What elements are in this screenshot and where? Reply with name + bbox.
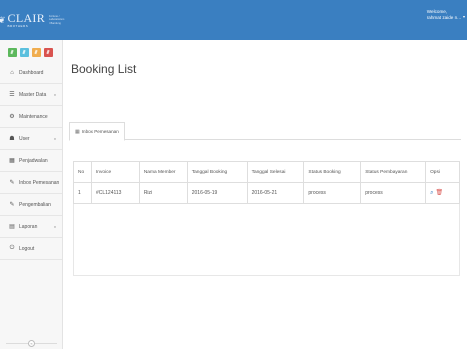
inbox-icon: ▦ [75,128,80,135]
quick-stats-button[interactable] [8,48,17,57]
sidebar-item-label: Inbox Pemesanan [19,179,60,186]
top-navbar: ❦ CLAIR BROTHERS Fortune / Laboratorium … [0,0,467,40]
column-header[interactable]: Tanggal Booking [186,161,248,183]
sidebar-item-maintenance[interactable]: ⚙ Maintenance [0,106,62,128]
list-icon: ☰ [9,92,15,98]
report-icon: ▤ [9,224,15,230]
quick-edit-button[interactable] [20,48,29,57]
sidebar-item-label: Laporan [19,223,38,230]
users-icon: ☗ [9,136,15,142]
sidebar-item-user[interactable]: ☗ User v [0,128,62,150]
sidebar-item-laporan[interactable]: ▤ Laporan v [0,216,62,238]
logout-icon: ⏻ [9,245,15,251]
logo: ❦ CLAIR BROTHERS Fortune / Laboratorium … [0,12,65,28]
column-header[interactable]: Invoice [90,161,140,183]
calendar-icon: ▦ [9,158,15,164]
brand-logo[interactable]: ❦ CLAIR BROTHERS Fortune / Laboratorium … [0,0,65,40]
column-header[interactable]: Opsi [425,161,460,183]
logo-text: CLAIR [7,11,46,25]
cell-status-booking: process [303,182,362,204]
sidebar-item-label: Master Data [19,91,47,98]
pencil-icon: ✎ [9,180,15,186]
cell-member: Rizi [138,182,188,204]
pencil-icon: ✎ [9,202,15,208]
column-header[interactable]: No [73,161,92,183]
chevron-down-icon: v [54,224,56,229]
cell-opsi: ⌕ 🗑︎ [425,182,460,204]
table-header-row: No Invoice Nama Member Tanggal Booking T… [73,161,460,183]
cell-tanggal-selesai: 2016-05-21 [246,182,305,204]
logo-mark-icon: ❦ [0,14,6,25]
table-row: 1 #CL124113 Rizi 2016-05-19 2016-05-21 p… [73,182,460,204]
column-header[interactable]: Tanggal Selesai [246,161,305,183]
sidebar-item-logout[interactable]: ⏻ Logout [0,238,62,260]
view-icon[interactable]: ⌕ [430,190,433,196]
sidebar-item-pengembalian[interactable]: ✎ Pengembalian [0,194,62,216]
booking-table: No Invoice Nama Member Tanggal Booking T… [73,161,460,204]
sidebar: ⌂ Dashboard ☰ Master Data v ⚙ Maintenanc… [0,40,63,349]
sidebar-item-label: Penjadwalan [19,157,48,164]
sidebar-collapse-icon[interactable]: « [28,339,35,347]
logo-tagline: Fortune / Laboratorium / Bandung [49,15,65,25]
sidebar-item-label: User [19,135,30,142]
tab-bar: ▦ Inbox Pemesanan [69,122,461,141]
user-menu[interactable]: Welcome, rahmat zaide n... ▾ [426,9,465,21]
cell-no: 1 [73,182,92,204]
column-header[interactable]: Status Booking [303,161,362,183]
main-content: Booking List ▦ Inbox Pemesanan No Invoic… [63,40,467,349]
sidebar-item-dashboard[interactable]: ⌂ Dashboard [0,62,62,84]
table-panel-footer [73,204,460,276]
tab-inbox-pemesanan[interactable]: ▦ Inbox Pemesanan [69,122,125,141]
sidebar-item-label: Logout [19,245,35,252]
cell-invoice: #CL124113 [90,182,140,204]
page-title: Booking List [71,62,137,76]
sidebar-item-label: Maintenance [19,113,48,120]
user-menu-caret-icon: ▾ [462,14,465,19]
sidebar-nav: ⌂ Dashboard ☰ Master Data v ⚙ Maintenanc… [0,62,62,260]
sidebar-item-label: Dashboard [19,69,44,76]
sidebar-shortcuts [0,40,62,57]
column-header[interactable]: Status Pembayaran [360,161,427,183]
cell-tanggal-booking: 2016-05-19 [186,182,248,204]
sidebar-item-penjadwalan[interactable]: ▦ Penjadwalan [0,150,62,172]
tab-label: Inbox Pemesanan [81,129,119,134]
cell-status-pembayaran: process [360,182,427,204]
chevron-down-icon: v [54,92,56,97]
chevron-down-icon: v [54,136,56,141]
sidebar-item-master-data[interactable]: ☰ Master Data v [0,84,62,106]
column-header[interactable]: Nama Member [138,161,188,183]
home-icon: ⌂ [10,69,14,76]
logo-subtext: BROTHERS [7,24,29,28]
sidebar-collapse: « [0,337,63,349]
quick-settings-button[interactable] [44,48,53,57]
welcome-username: rahmat zaide n... [426,14,461,20]
sidebar-item-inbox-pemesanan[interactable]: ✎ Inbox Pemesanan [0,172,62,194]
sidebar-item-label: Pengembalian [19,201,51,208]
gear-icon: ⚙ [9,114,15,120]
quick-users-button[interactable] [32,48,41,57]
trash-icon[interactable]: 🗑︎ [435,190,443,196]
